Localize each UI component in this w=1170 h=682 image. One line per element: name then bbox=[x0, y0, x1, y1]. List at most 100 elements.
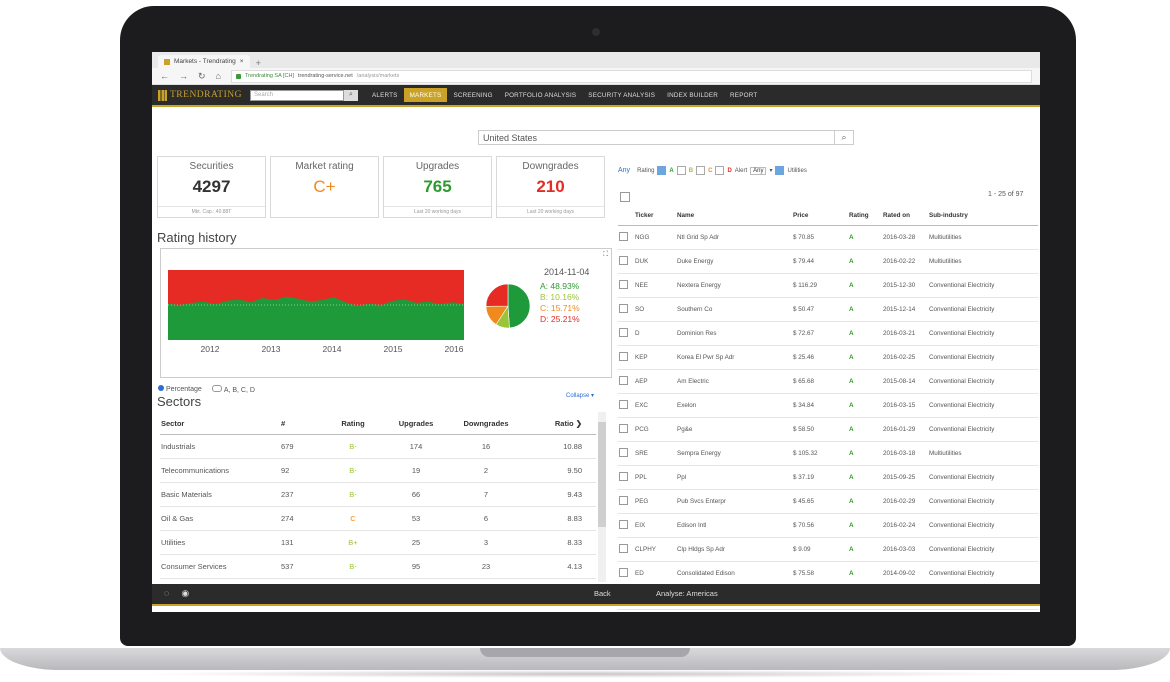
sector-upgrades: 174 bbox=[384, 434, 448, 459]
sector-ratio: 9.43 bbox=[524, 482, 596, 507]
security-rated-on: 2016-02-24 bbox=[882, 513, 928, 538]
security-price: $ 70.85 bbox=[792, 225, 848, 250]
legend-d: D: 25.21% bbox=[540, 314, 580, 325]
filter-rating-label: Rating bbox=[637, 167, 655, 174]
security-rated-on: 2016-03-30 bbox=[882, 609, 928, 612]
security-row[interactable]: DUK Duke Energy $ 79.44 A 2016-02-22 Multiuti… bbox=[618, 249, 1038, 274]
col-ticker[interactable]: Ticker bbox=[634, 206, 676, 226]
security-row[interactable]: D Dominion Res $ 72.67 A 2016-03-21 Conventio… bbox=[618, 321, 1038, 346]
pager: 1 - 25 of 97 bbox=[988, 191, 1024, 198]
select-all-checkbox[interactable] bbox=[620, 192, 630, 202]
sector-row[interactable]: Basic Materials 237 B- 66 7 9.43 bbox=[160, 482, 596, 507]
row-checkbox[interactable] bbox=[618, 393, 634, 418]
security-row[interactable]: SNMRYSnam Unsp Adr$ 12.42A2016-03-30Gas … bbox=[618, 609, 1038, 612]
sector-row[interactable]: Industrials 679 B- 174 16 10.88 bbox=[160, 434, 596, 459]
security-price: $ 79.44 bbox=[792, 249, 848, 274]
toggle-abcd[interactable]: A, B, C, D bbox=[211, 385, 255, 394]
sector-row[interactable]: Oil & Gas 274 C 53 6 8.83 bbox=[160, 506, 596, 531]
row-checkbox[interactable] bbox=[618, 561, 634, 586]
checkbox-c[interactable] bbox=[696, 166, 706, 175]
radio-on-icon bbox=[158, 385, 164, 391]
sector-row[interactable]: Utilities 131 B+ 25 3 8.33 bbox=[160, 530, 596, 555]
footer-bar: ◌ ◉ Back Analyse: Americas bbox=[152, 584, 1040, 606]
checkbox-d[interactable] bbox=[715, 166, 725, 175]
security-price: $ 72.67 bbox=[792, 321, 848, 346]
row-checkbox[interactable] bbox=[618, 609, 634, 612]
pie-slice-a[interactable] bbox=[507, 283, 531, 329]
footer-analyse[interactable]: Analyse: Americas bbox=[656, 589, 718, 598]
security-ticker: NEE bbox=[634, 273, 676, 298]
security-row[interactable]: EIX Edison Intl $ 70.56 A 2016-02-24 Conventi… bbox=[618, 513, 1038, 538]
security-name: Am Electric bbox=[676, 369, 792, 394]
row-checkbox[interactable] bbox=[618, 321, 634, 346]
security-rated-on: 2015-08-14 bbox=[882, 369, 928, 394]
toggle-percentage[interactable]: Percentage bbox=[158, 385, 202, 394]
col-rating[interactable]: Rating bbox=[322, 412, 384, 435]
row-checkbox[interactable] bbox=[618, 537, 634, 562]
row-checkbox[interactable] bbox=[618, 417, 634, 442]
row-checkbox[interactable] bbox=[618, 273, 634, 298]
security-sub-industry: Conventional Electricity bbox=[928, 345, 1038, 370]
security-ticker: PEG bbox=[634, 489, 676, 514]
security-row[interactable]: AEP Am Electric $ 65.68 A 2015-08-14 Conventi… bbox=[618, 369, 1038, 394]
col-upgrades[interactable]: Upgrades bbox=[384, 412, 448, 435]
row-checkbox[interactable] bbox=[618, 345, 634, 370]
row-checkbox[interactable] bbox=[618, 297, 634, 322]
col-count[interactable]: # bbox=[280, 412, 322, 435]
col-price[interactable]: Price bbox=[792, 206, 848, 226]
footer-back[interactable]: Back bbox=[594, 589, 611, 598]
security-row[interactable]: SRE Sempra Energy $ 105.32 A 2016-03-18 Multi… bbox=[618, 441, 1038, 466]
filter-grade-b: B bbox=[688, 167, 694, 174]
row-checkbox[interactable] bbox=[618, 441, 634, 466]
security-sub-industry: Multiutilities bbox=[928, 249, 1038, 274]
security-row[interactable]: NGG Ntl Grid Sp Adr $ 70.85 A 2016-03-28 Mult… bbox=[618, 225, 1038, 250]
row-checkbox[interactable] bbox=[618, 225, 634, 250]
security-name: Exelon bbox=[676, 393, 792, 418]
x-tick-label: 2016 bbox=[445, 344, 464, 354]
help-icon[interactable]: ◉ bbox=[181, 588, 189, 599]
security-row[interactable]: ED Consolidated Edison $ 75.58 A 2014-09-02 C… bbox=[618, 561, 1038, 586]
row-checkbox[interactable] bbox=[618, 513, 634, 538]
security-row[interactable]: PPL Ppl $ 37.19 A 2015-09-25 Conventional Ele… bbox=[618, 465, 1038, 490]
filter-grade-d: D bbox=[727, 167, 732, 174]
security-row[interactable]: KEP Korea El Pwr Sp Adr $ 25.46 A 2016-02-25… bbox=[618, 345, 1038, 370]
sector-upgrades: 95 bbox=[384, 554, 448, 579]
alert-select[interactable]: Any bbox=[750, 166, 767, 175]
col-ratio[interactable]: Ratio ❯ bbox=[524, 412, 596, 435]
sector-downgrades: 3 bbox=[448, 530, 524, 555]
sectors-scroll-thumb[interactable] bbox=[598, 422, 606, 527]
checkbox-utilities[interactable] bbox=[775, 166, 785, 175]
chat-icon[interactable]: ◌ bbox=[164, 588, 169, 599]
row-checkbox[interactable] bbox=[618, 369, 634, 394]
filter-any[interactable]: Any bbox=[618, 167, 630, 174]
pie-slice-d[interactable] bbox=[485, 283, 509, 307]
chevron-down-icon[interactable]: ▾ bbox=[769, 167, 772, 174]
security-row[interactable]: SO Southern Co $ 50.47 A 2015-12-14 Conventio… bbox=[618, 297, 1038, 322]
sector-row[interactable]: Consumer Services 537 B- 95 23 4.13 bbox=[160, 554, 596, 579]
row-checkbox[interactable] bbox=[618, 249, 634, 274]
security-row[interactable]: PEG Pub Svcs Enterpr $ 45.65 A 2016-02-29 Con… bbox=[618, 489, 1038, 514]
col-name[interactable]: Name bbox=[676, 206, 792, 226]
sector-count: 131 bbox=[280, 530, 322, 555]
security-sub-industry: Conventional Electricity bbox=[928, 417, 1038, 442]
col-select bbox=[618, 206, 634, 226]
col-downgrades[interactable]: Downgrades bbox=[448, 412, 524, 435]
security-ticker: PCG bbox=[634, 417, 676, 442]
filter-grade-a: A bbox=[669, 167, 674, 174]
security-row[interactable]: NEE Nextera Energy $ 116.29 A 2015-12-30 Conv… bbox=[618, 273, 1038, 298]
checkbox-a[interactable] bbox=[657, 166, 667, 175]
security-price: $ 70.56 bbox=[792, 513, 848, 538]
collapse-link[interactable]: Collapse ▾ bbox=[566, 392, 594, 399]
col-rated-on[interactable]: Rated on bbox=[882, 206, 928, 226]
row-checkbox[interactable] bbox=[618, 465, 634, 490]
checkbox-b[interactable] bbox=[676, 166, 686, 175]
security-row[interactable]: EXC Exelon $ 34.84 A 2016-03-15 Conventional … bbox=[618, 393, 1038, 418]
security-row[interactable]: PCG Pg&e $ 58.50 A 2016-01-29 Conventional El… bbox=[618, 417, 1038, 442]
row-checkbox[interactable] bbox=[618, 489, 634, 514]
col-sector[interactable]: Sector bbox=[160, 412, 280, 435]
col-sub-industry[interactable]: Sub-industry bbox=[928, 206, 1038, 226]
col-sec-rating[interactable]: Rating bbox=[848, 206, 882, 226]
sector-row[interactable]: Telecommunications 92 B- 19 2 9.50 bbox=[160, 458, 596, 483]
security-row[interactable]: CLPHY Clp Hldgs Sp Adr $ 9.09 A 2016-03-03 Co… bbox=[618, 537, 1038, 562]
security-name: Clp Hldgs Sp Adr bbox=[676, 537, 792, 562]
